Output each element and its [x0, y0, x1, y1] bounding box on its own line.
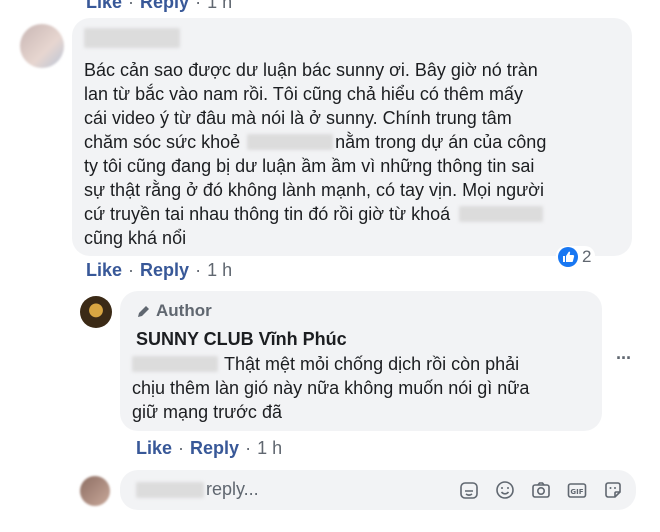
reply-input-placeholder[interactable]: reply...: [206, 479, 259, 500]
redacted-text: [459, 206, 544, 222]
reply-line: chịu thêm làn gió này nữa không muốn nói…: [132, 378, 530, 398]
more-options-button[interactable]: ···: [616, 348, 632, 369]
gif-icon[interactable]: GIF: [566, 479, 588, 501]
svg-text:GIF: GIF: [570, 488, 583, 496]
page-avatar[interactable]: [80, 296, 112, 328]
comment-actions: Like · Reply · 1 h: [86, 260, 233, 280]
reply-link[interactable]: Reply: [140, 260, 189, 280]
comment-line: sự thật rằng ở đó không lành mạnh, có ta…: [84, 180, 544, 200]
author-badge-label: Author: [156, 301, 212, 320]
comment-text: Bác cản sao được dư luận bác sunny ơi. B…: [84, 58, 614, 250]
pencil-icon: [138, 306, 149, 317]
composer-icons: GIF: [458, 479, 628, 501]
comment-line-part: cứ truyền tai nhau thông tin đó rồi giờ …: [84, 204, 451, 224]
reply-link[interactable]: Reply: [140, 0, 189, 12]
reaction-count: 2: [582, 247, 592, 266]
comment-line-part: chăm sóc sức khoẻ: [84, 132, 241, 152]
like-reaction-icon: [558, 247, 578, 267]
comment-line-part: nằm trong dự án của công: [335, 132, 547, 152]
reply-line: giữ mạng trước đã: [132, 402, 282, 422]
redacted-mention: [136, 482, 204, 498]
comment-line: cái video ý từ đâu mà nói là ở sunny. Ch…: [84, 108, 512, 128]
reply-bubble: Author SUNNY CLUB Vĩnh Phúc Thật mệt mỏi…: [120, 291, 602, 431]
comment-line: Bác cản sao được dư luận bác sunny ơi. B…: [84, 60, 538, 80]
reply-line: Thật mệt mỏi chống dịch rồi còn phải: [132, 352, 592, 376]
comment-line: chăm sóc sức khoẻ nằm trong dự án của cô…: [84, 130, 614, 154]
like-link[interactable]: Like: [136, 438, 172, 458]
like-link[interactable]: Like: [86, 260, 122, 280]
timestamp[interactable]: 1 h: [207, 0, 232, 12]
redacted-text: [247, 134, 334, 150]
reaction-summary[interactable]: 2: [556, 246, 596, 268]
reply-text: Thật mệt mỏi chống dịch rồi còn phải chị…: [132, 352, 592, 424]
commenter-name-redacted[interactable]: [84, 28, 180, 53]
timestamp[interactable]: 1 h: [207, 260, 232, 280]
comment-line: cũng khá nổi: [84, 228, 187, 248]
timestamp[interactable]: 1 h: [257, 438, 282, 458]
reply-composer[interactable]: reply... GIF: [120, 470, 636, 510]
reply-link[interactable]: Reply: [190, 438, 239, 458]
comment-line: lan từ bắc vào nam rồi. Tôi cũng chả hiể…: [84, 84, 523, 104]
sticker-icon[interactable]: [458, 479, 480, 501]
tagged-name-redacted[interactable]: [132, 356, 218, 372]
comment-line: ty tôi cũng đang bị dư luận ầm ầm vì nhữ…: [84, 156, 535, 176]
reply-author-name[interactable]: SUNNY CLUB Vĩnh Phúc: [136, 329, 347, 350]
camera-icon[interactable]: [530, 479, 552, 501]
commenter-avatar[interactable]: [20, 24, 64, 68]
top-comment-actions: Like · Reply · 1 h: [86, 0, 232, 13]
reply-line-part: Thật mệt mỏi chống dịch rồi còn phải: [224, 354, 520, 374]
current-user-avatar[interactable]: [80, 476, 110, 506]
author-badge: Author: [136, 301, 212, 321]
like-link[interactable]: Like: [86, 0, 122, 12]
emoji-icon[interactable]: [494, 479, 516, 501]
comment-bubble: Bác cản sao được dư luận bác sunny ơi. B…: [72, 18, 632, 256]
sticker-alt-icon[interactable]: [602, 479, 624, 501]
comment-line: cứ truyền tai nhau thông tin đó rồi giờ …: [84, 202, 614, 226]
reply-actions: Like · Reply · 1 h: [136, 438, 283, 458]
